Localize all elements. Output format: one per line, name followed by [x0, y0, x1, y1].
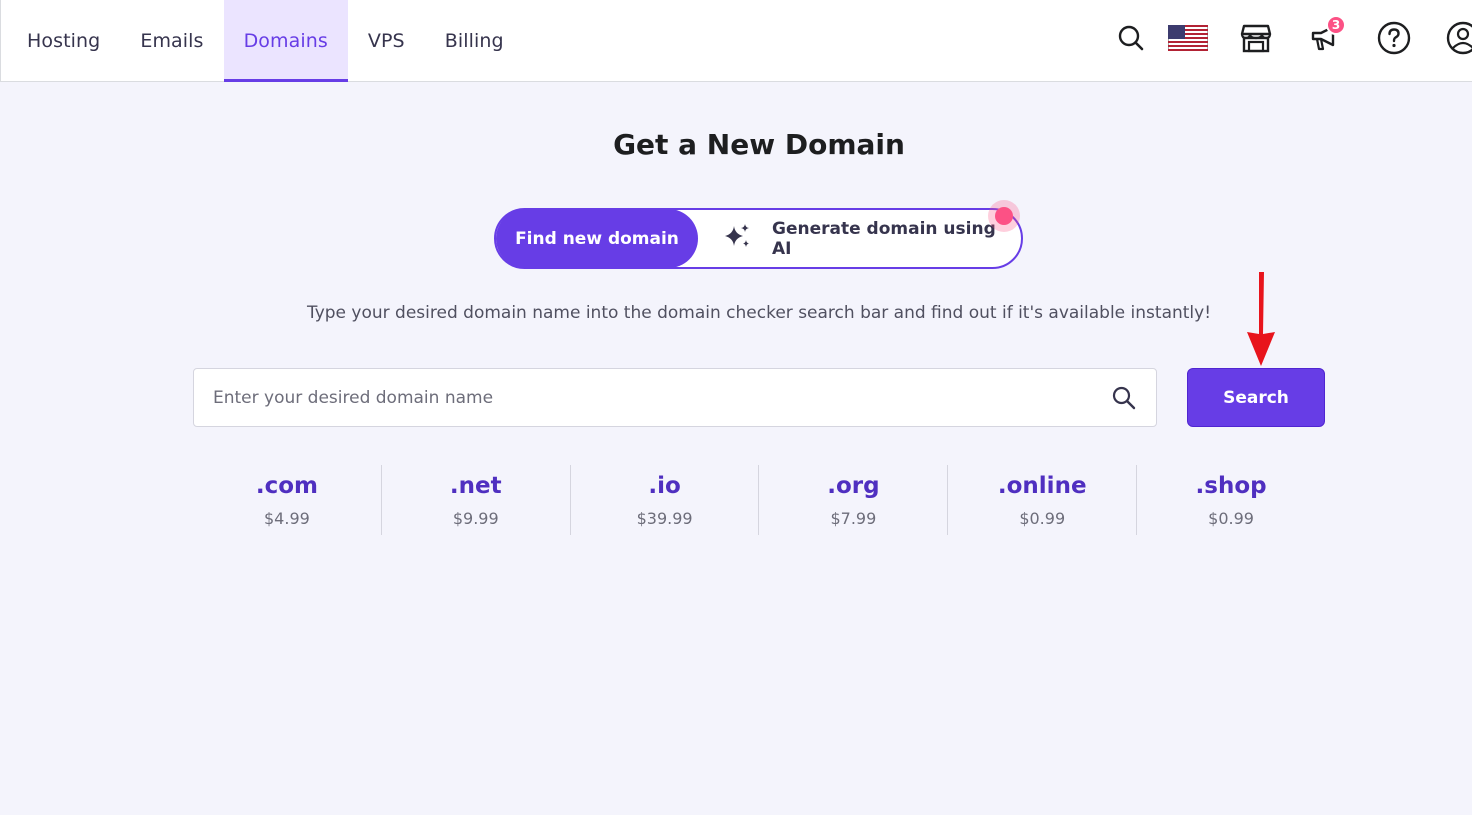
tab-billing[interactable]: Billing — [425, 0, 524, 82]
domain-search-input[interactable] — [194, 369, 1094, 426]
tld-name: .net — [449, 472, 502, 499]
tld-item-com[interactable]: .com $4.99 — [193, 465, 382, 535]
generate-domain-ai-label: Generate domain using AI — [772, 218, 996, 259]
tld-price-list: .com $4.99 .net $9.99 .io $39.99 .org $7… — [193, 465, 1325, 535]
tld-name: .com — [255, 472, 318, 499]
main-nav: Hosting Emails Domains VPS Billing — [1, 0, 524, 82]
store-icon[interactable] — [1236, 18, 1276, 58]
tld-price: $9.99 — [452, 508, 499, 528]
page-title: Get a New Domain — [613, 128, 905, 161]
tld-item-shop[interactable]: .shop $0.99 — [1137, 465, 1325, 535]
tld-price: $4.99 — [264, 508, 310, 528]
tab-hosting[interactable]: Hosting — [1, 0, 120, 82]
tld-item-org[interactable]: .org $7.99 — [759, 465, 949, 535]
tld-item-net[interactable]: .net $9.99 — [382, 465, 571, 535]
help-icon[interactable] — [1374, 18, 1414, 58]
search-icon — [1111, 385, 1137, 411]
new-feature-dot — [988, 200, 1020, 232]
tld-price: $0.99 — [1208, 508, 1254, 528]
tld-item-online[interactable]: .online $0.99 — [948, 465, 1138, 535]
tld-item-io[interactable]: .io $39.99 — [571, 465, 760, 535]
tld-name: .shop — [1195, 472, 1267, 499]
search-button[interactable]: Search — [1187, 368, 1325, 427]
domain-search-box — [193, 368, 1157, 427]
tab-vps[interactable]: VPS — [348, 0, 425, 82]
search-icon[interactable] — [1111, 18, 1151, 58]
megaphone-icon[interactable]: 3 — [1304, 15, 1346, 58]
annotation-arrow — [1247, 272, 1275, 366]
tld-price: $7.99 — [830, 508, 877, 528]
tld-name: .io — [648, 472, 681, 499]
tld-price: $0.99 — [1019, 508, 1066, 528]
domain-mode-toggle: Find new domain Generate domain using AI — [494, 200, 1023, 269]
tld-price: $39.99 — [636, 508, 693, 528]
sparkles-icon — [722, 222, 752, 255]
tab-emails[interactable]: Emails — [120, 0, 223, 82]
tab-domains[interactable]: Domains — [223, 0, 348, 82]
us-flag-icon[interactable] — [1166, 18, 1210, 58]
find-new-domain-button[interactable]: Find new domain — [496, 209, 698, 268]
tld-name: .org — [827, 472, 880, 499]
notification-count-badge: 3 — [1326, 15, 1346, 35]
top-bar: Hosting Emails Domains VPS Billing 3 — [0, 0, 1472, 82]
tld-name: .online — [997, 472, 1087, 499]
generate-domain-ai-button[interactable]: Generate domain using AI — [722, 210, 1021, 267]
account-icon[interactable] — [1443, 18, 1472, 58]
